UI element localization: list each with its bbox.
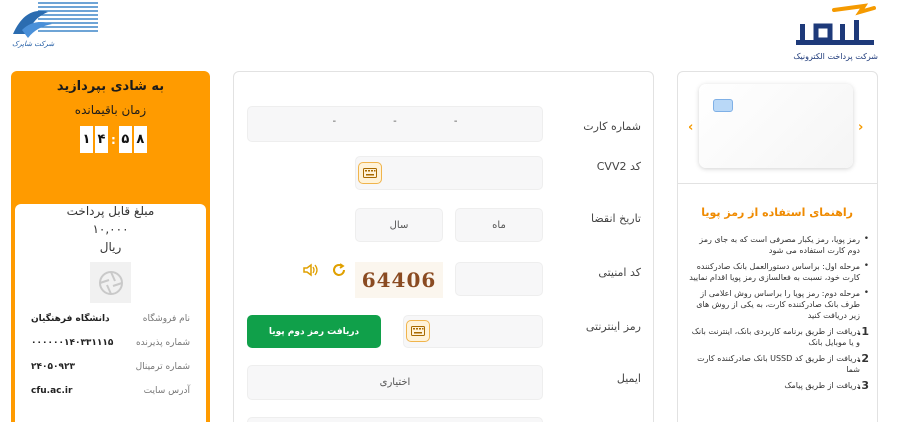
otp-label: رمز اینترنتی xyxy=(585,320,641,333)
guide-item: • رمز پویا، رمز یکبار مصرفی است که به جای… xyxy=(689,234,869,256)
guide-item: 2. دریافت از طریق کد USSD بانک صادرکننده … xyxy=(689,353,869,375)
cvv2-keyboard-icon[interactable] xyxy=(358,162,382,184)
guide-bullet: • xyxy=(863,288,869,298)
merchant-logo xyxy=(90,262,131,303)
amount-label: مبلغ قابل پرداخت xyxy=(66,204,155,218)
chevron-right-icon[interactable]: › xyxy=(858,120,863,135)
get-otp-button[interactable]: دریافت رمز دوم پویا xyxy=(247,315,381,348)
aperture-icon xyxy=(98,270,123,295)
expiry-month-input[interactable]: ماه xyxy=(455,208,543,242)
otp-keyboard-icon[interactable] xyxy=(406,320,430,342)
card-slider: ‹ › xyxy=(678,72,877,184)
acceptor-label: شماره پذیرنده xyxy=(135,338,190,348)
countdown-digit: ۴ xyxy=(95,126,108,153)
site-label: آدرس سایت xyxy=(143,386,190,396)
card-number-label: شماره کارت xyxy=(583,120,641,133)
card-number-dash: - xyxy=(393,115,397,127)
guide-bullet: • xyxy=(863,234,869,244)
guide-panel: ‹ › راهنمای استفاده از رمز پویا • رمز پوی… xyxy=(677,71,878,422)
shaparak-logo-text: شرکت شاپرک xyxy=(12,40,55,48)
payment-form: شماره کارت - - - کد CVV2 تاریخ انقضا ماه… xyxy=(233,71,654,422)
guide-text: دریافت از طریق برنامه کاربردی بانک، اینت… xyxy=(691,327,860,347)
site-value: cfu.ac.ir xyxy=(31,386,73,396)
bank-card-preview xyxy=(699,84,853,168)
guide-text: مرحله دوم: رمز پویا را براساس روش اعلامی… xyxy=(696,289,860,320)
guide-bullet: 2. xyxy=(857,352,869,365)
card-chip-icon xyxy=(713,99,733,112)
guide-title: راهنمای استفاده از رمز پویا xyxy=(701,206,853,219)
guide-text: دریافت از طریق پیامک xyxy=(784,381,860,390)
card-number-dash: - xyxy=(453,115,458,127)
cvv2-label: کد CVV2 xyxy=(596,160,641,173)
expiry-month-placeholder: ماه xyxy=(492,219,506,231)
captcha-image: 64406 xyxy=(355,262,443,298)
countdown-separator: : xyxy=(111,132,116,147)
timer-title: به شادی بپردازید xyxy=(56,79,165,94)
guide-bullet: • xyxy=(863,261,869,271)
card-number-dash: - xyxy=(332,115,337,127)
guide-bullet: 1. xyxy=(857,325,869,338)
email-input[interactable]: اختیاری xyxy=(247,365,543,400)
guide-item: 1. دریافت از طریق برنامه کاربردی بانک، ای… xyxy=(689,326,869,348)
acceptor-value: ۰۰۰۰۰۰۱۴۰۳۳۱۱۱۵ xyxy=(31,338,114,348)
guide-item: • مرحله اول: براساس دستورالعمل بانک صادرک… xyxy=(689,261,869,283)
info-row-store: نام فروشگاه دانشگاه فرهنگیان xyxy=(15,314,206,330)
sadad-brand: شرکت پرداخت الکترونیک xyxy=(788,2,878,68)
amount-unit: ریال xyxy=(99,240,122,254)
expiry-year-placeholder: سال xyxy=(389,219,409,231)
countdown-digit: ۸ xyxy=(133,126,147,153)
guide-text: مرحله اول: براساس دستورالعمل بانک صادرکن… xyxy=(689,262,860,282)
info-row-acceptor: شماره پذیرنده ۰۰۰۰۰۰۱۴۰۳۳۱۱۱۵ xyxy=(15,338,206,354)
info-row-site: آدرس سایت cfu.ac.ir xyxy=(15,386,206,402)
chevron-left-icon[interactable]: ‹ xyxy=(688,120,693,135)
captcha-input[interactable] xyxy=(455,262,543,296)
store-name-value: دانشگاه فرهنگیان xyxy=(31,314,110,324)
info-row-terminal: شماره ترمینال ۲۴۰۵۰۹۲۳ xyxy=(15,362,206,378)
shaparak-logo: شرکت شاپرک xyxy=(8,0,100,60)
payment-info-card: مبلغ قابل پرداخت ۱۰,۰۰۰ ریال نام فروشگاه… xyxy=(15,204,206,422)
brand-subtitle: شرکت پرداخت الکترونیک xyxy=(793,52,878,61)
guide-text: رمز پویا، رمز یکبار مصرفی است که به جای … xyxy=(699,235,860,255)
captcha-label: کد امنیتی xyxy=(598,266,641,279)
guide-item: • مرحله دوم: رمز پویا را براساس روش اعلام… xyxy=(689,288,869,321)
expiry-label: تاریخ انقضا xyxy=(591,212,641,225)
countdown-digit: ۱ xyxy=(80,126,93,153)
countdown-digit: ۵ xyxy=(118,126,132,153)
guide-list: • رمز پویا، رمز یکبار مصرفی است که به جای… xyxy=(689,234,869,396)
timer-subtitle: زمان باقیمانده xyxy=(74,103,147,117)
expiry-year-input[interactable]: سال xyxy=(355,208,443,242)
amount-value: ۱۰,۰۰۰ xyxy=(92,222,129,236)
refresh-captcha-icon[interactable] xyxy=(331,262,347,278)
guide-item: 3. دریافت از طریق پیامک xyxy=(689,380,869,391)
sadad-logo-icon xyxy=(796,3,876,45)
card-number-input[interactable]: - - - xyxy=(247,106,543,142)
email-label: ایمیل xyxy=(616,372,641,385)
store-name-label: نام فروشگاه xyxy=(142,314,190,324)
next-field-input[interactable] xyxy=(247,417,543,422)
countdown: ۱ ۴ : ۵ ۸ xyxy=(80,126,149,153)
email-placeholder: اختیاری xyxy=(379,377,411,388)
audio-captcha-icon[interactable] xyxy=(302,262,318,278)
terminal-label: شماره ترمینال xyxy=(135,362,190,372)
terminal-value: ۲۴۰۵۰۹۲۳ xyxy=(31,362,75,372)
guide-bullet: 3. xyxy=(857,379,869,392)
guide-text: دریافت از طریق کد USSD بانک صادرکننده کا… xyxy=(697,354,860,374)
cvv2-input[interactable] xyxy=(355,156,543,190)
